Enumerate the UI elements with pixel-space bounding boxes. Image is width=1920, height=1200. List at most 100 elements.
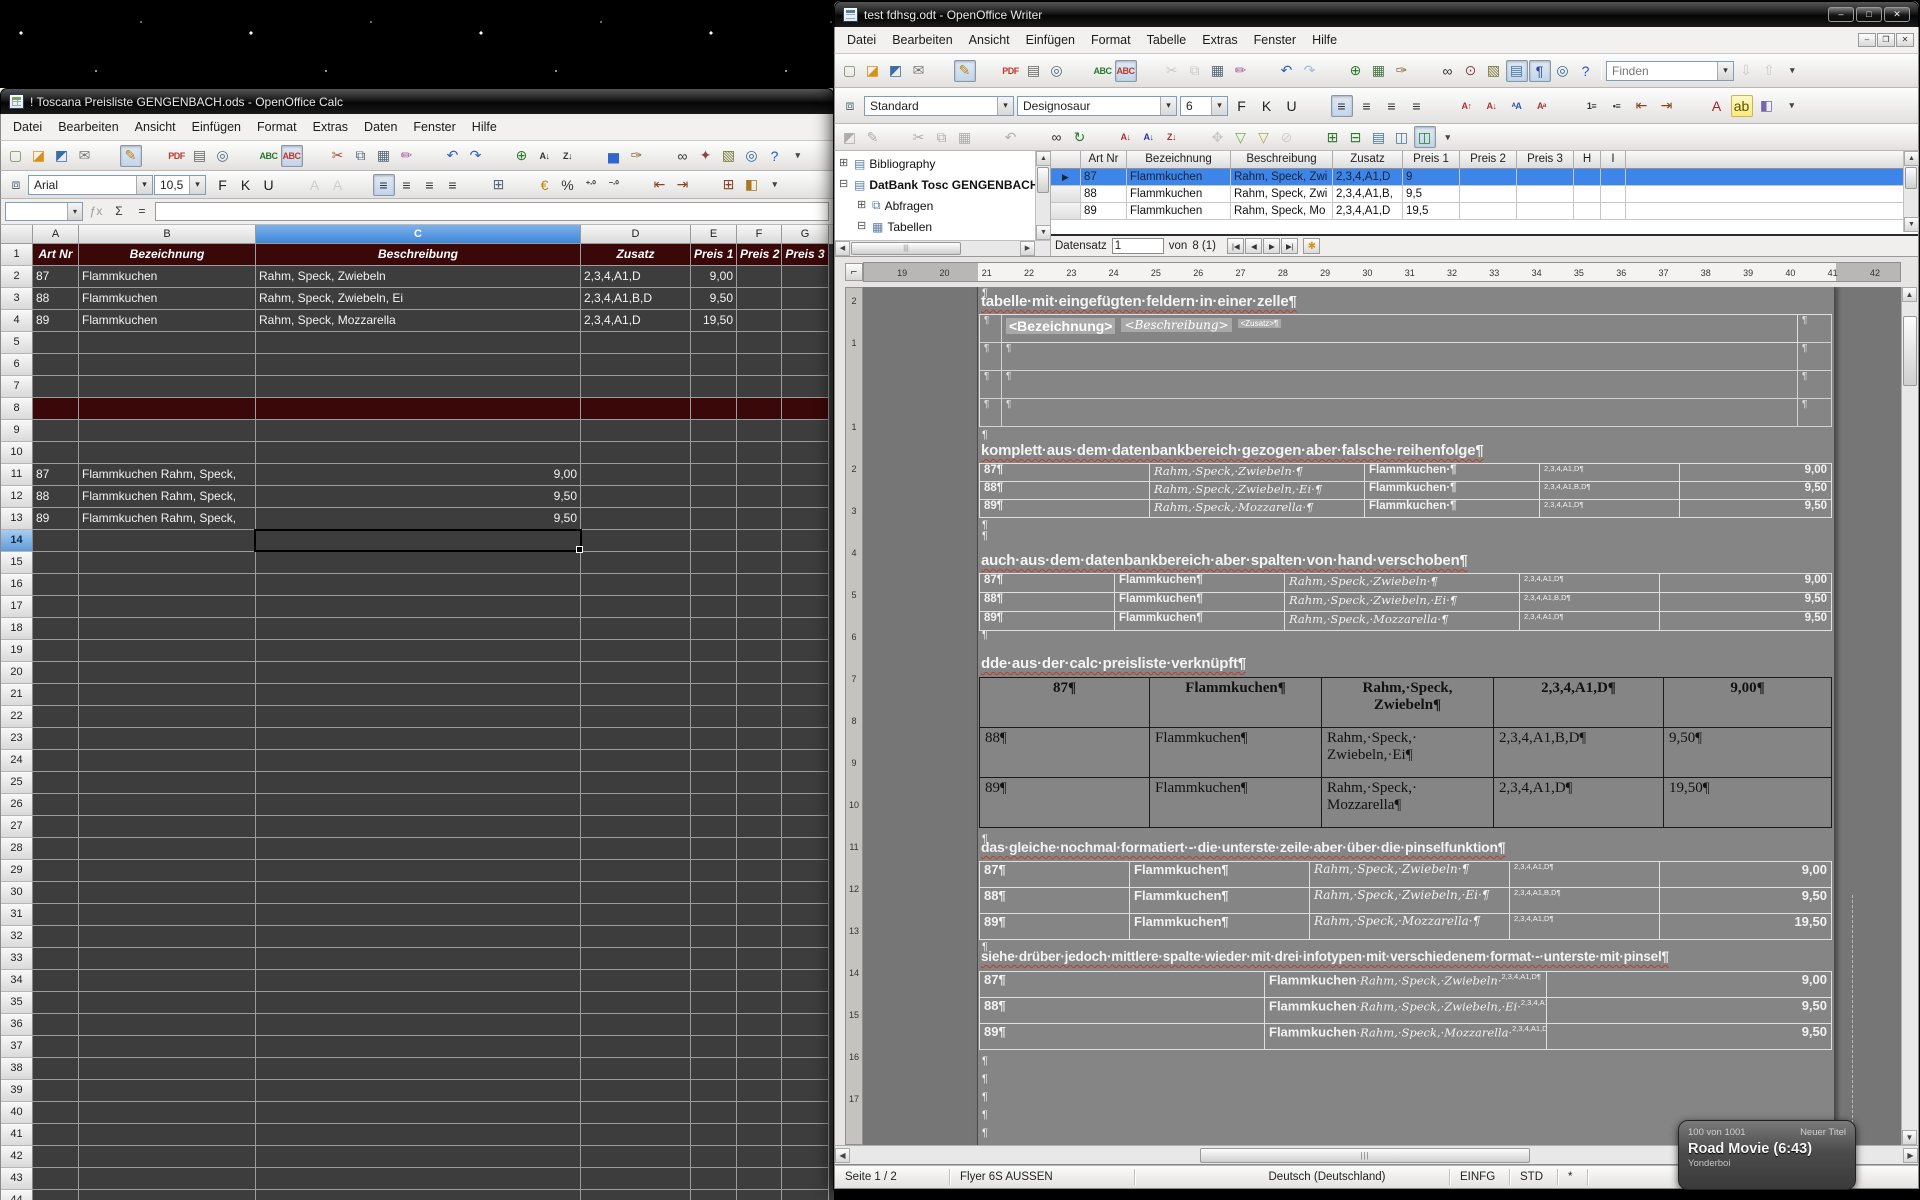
cell-d[interactable] (581, 1080, 691, 1102)
grid-col-header[interactable]: Preis 3 (1517, 151, 1574, 169)
cell-g[interactable] (782, 1058, 829, 1080)
column-header[interactable]: D (581, 225, 691, 244)
writer-toolbar-icon[interactable]: ¶ (1529, 60, 1551, 82)
cell-d[interactable] (581, 1168, 691, 1190)
cell-e[interactable] (691, 684, 737, 706)
cell-g[interactable] (782, 1124, 829, 1146)
cell-reference-box[interactable]: ▾ (5, 202, 83, 221)
grid-col-header[interactable]: Beschreibung (1231, 151, 1333, 169)
writer-toolbar-icon[interactable]: ▦ (1368, 60, 1390, 82)
cell-g[interactable] (782, 1080, 829, 1102)
cell-f[interactable] (737, 486, 782, 508)
cell-f[interactable] (737, 376, 782, 398)
cell-c[interactable] (256, 728, 581, 750)
cell-b[interactable]: Flammkuchen (79, 288, 256, 310)
tab-stop-selector[interactable]: ⌐ (845, 263, 863, 281)
calc-toolbar-icon[interactable]: ▧ (718, 145, 740, 167)
calc-format-icon[interactable]: ⇤ (649, 174, 671, 196)
cell-c[interactable] (256, 838, 581, 860)
calc-format-icon[interactable]: A (327, 174, 349, 196)
section-title[interactable]: dde·aus·der·calc·preisliste·verknüpft¶ (981, 655, 1246, 672)
styles-panel-icon[interactable]: ⧈ (839, 95, 861, 117)
row-header[interactable]: 17 (1, 596, 33, 618)
writer-toolbar-icon[interactable] (1069, 60, 1091, 82)
cell-b[interactable]: Flammkuchen (79, 266, 256, 288)
cell-f[interactable] (737, 772, 782, 794)
cell-c[interactable]: Rahm, Speck, Mozzarella (256, 310, 581, 332)
cell-e[interactable] (691, 970, 737, 992)
cell-g[interactable] (782, 838, 829, 860)
row-header[interactable]: 37 (1, 1036, 33, 1058)
cell-f[interactable] (737, 926, 782, 948)
calc-toolbar-icon[interactable] (304, 145, 326, 167)
cell-g[interactable] (782, 332, 829, 354)
cell-e[interactable] (691, 816, 737, 838)
cell-c[interactable] (256, 332, 581, 354)
cell-c[interactable] (256, 420, 581, 442)
cell-g[interactable] (782, 486, 829, 508)
cell-d[interactable] (581, 640, 691, 662)
writer-format-icon[interactable]: 1≡ (1581, 95, 1603, 117)
writer-titlebar[interactable]: test fdhsg.odt - OpenOffice Writer –□✕ (834, 1, 1919, 27)
row-header[interactable]: 29 (1, 860, 33, 882)
writer-format-icon[interactable]: K (1256, 95, 1278, 117)
writer-menu-item[interactable]: Bearbeiten (884, 30, 960, 50)
cell-f[interactable] (737, 970, 782, 992)
row-header[interactable]: 12 (1, 486, 33, 508)
cell-e[interactable] (691, 992, 737, 1014)
calc-menu-item[interactable]: Ansicht (127, 117, 184, 137)
calc-toolbar-icon[interactable]: ✉ (74, 145, 96, 167)
cell-f[interactable] (737, 794, 782, 816)
grid-col-header[interactable]: Preis 2 (1460, 151, 1517, 169)
calc-titlebar[interactable]: ! Toscana Preisliste GENGENBACH.ods - Op… (0, 88, 834, 114)
calc-toolbar-icon[interactable]: ? (764, 145, 786, 167)
cell-f[interactable] (737, 1168, 782, 1190)
calc-toolbar-icon[interactable]: ABC (258, 145, 280, 167)
cell-d[interactable] (581, 442, 691, 464)
cell-a[interactable] (33, 794, 79, 816)
cell-f[interactable] (737, 574, 782, 596)
cell-a[interactable] (33, 552, 79, 574)
cell-g[interactable] (782, 442, 829, 464)
column-header[interactable]: E (691, 225, 737, 244)
cell-f[interactable] (737, 398, 782, 420)
cell-c[interactable] (256, 970, 581, 992)
cell-d[interactable] (581, 684, 691, 706)
row-header[interactable]: 43 (1, 1168, 33, 1190)
calc-format-icon[interactable]: ⁻·⁰ (603, 174, 625, 196)
writer-menu-item[interactable]: Ansicht (961, 30, 1018, 50)
font-size-combo[interactable]: 6▾ (1180, 96, 1228, 116)
writer-toolbar-icon[interactable]: ✂ (1161, 60, 1183, 82)
cell-b[interactable] (79, 596, 256, 618)
calc-toolbar-icon[interactable]: ↶ (442, 145, 464, 167)
writer-toolbar-icon[interactable]: ⊕ (1345, 60, 1367, 82)
cell-a[interactable] (33, 772, 79, 794)
cell-b[interactable] (79, 1102, 256, 1124)
cell-e[interactable] (691, 662, 737, 684)
cell-c[interactable] (256, 596, 581, 618)
writer-toolbar-icon[interactable]: ∞ (1437, 60, 1459, 82)
calc-format-icon[interactable]: ▾ (764, 174, 786, 196)
grid-record-row[interactable]: 89FlammkuchenRahm, Speck, Mo 2,3,4,A1,D1… (1051, 203, 1918, 220)
table-data-icon[interactable] (1092, 126, 1114, 148)
cell-e[interactable] (691, 1190, 737, 1200)
cell-b[interactable] (79, 420, 256, 442)
writer-format-icon[interactable]: Aᵃ (1531, 95, 1553, 117)
cell-b[interactable]: Flammkuchen Rahm, Speck, (79, 508, 256, 530)
cell-f[interactable] (737, 640, 782, 662)
writer-format-icon[interactable] (1556, 95, 1578, 117)
cell-c[interactable] (256, 662, 581, 684)
row-header[interactable]: 44 (1, 1190, 33, 1200)
calc-format-icon[interactable]: F (212, 174, 234, 196)
cell-e[interactable] (691, 1102, 737, 1124)
row-header[interactable]: 42 (1, 1146, 33, 1168)
table-data-icon[interactable]: A↓ (1115, 126, 1137, 148)
row-header[interactable]: 13 (1, 508, 33, 530)
calc-toolbar-icon[interactable] (97, 145, 119, 167)
calc-format-icon[interactable]: ≡ (442, 174, 464, 196)
cell-b[interactable] (79, 640, 256, 662)
cell-e[interactable] (691, 838, 737, 860)
cell-b[interactable]: Bezeichnung (79, 244, 256, 266)
cell-d[interactable] (581, 574, 691, 596)
cell-d[interactable] (581, 970, 691, 992)
